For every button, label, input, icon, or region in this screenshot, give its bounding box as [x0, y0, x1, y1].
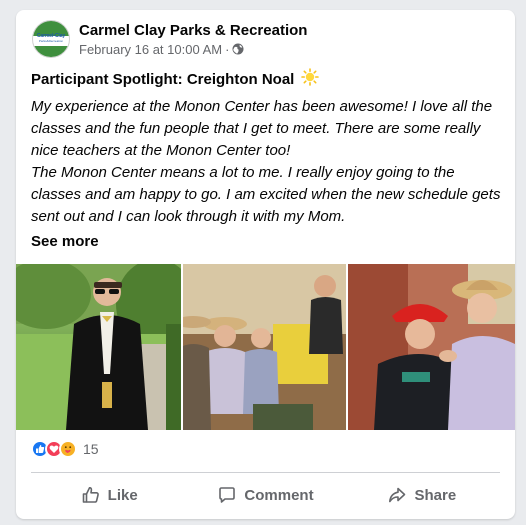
photo-outdoor-portrait-art — [16, 264, 181, 430]
page-name-link[interactable]: Carmel Clay Parks & Recreation — [79, 21, 307, 40]
share-button[interactable]: Share — [344, 478, 500, 512]
comment-button[interactable]: Comment — [187, 478, 343, 512]
avatar[interactable]: Carmel•Clay Parks&Recreation — [32, 20, 70, 58]
post-meta: Carmel Clay Parks & Recreation February … — [79, 21, 307, 58]
post-time-row: February 16 at 10:00 AM · — [79, 41, 307, 58]
see-more-link[interactable]: See more — [31, 232, 99, 252]
reaction-count: 15 — [83, 441, 99, 457]
post-timestamp[interactable]: February 16 at 10:00 AM — [79, 41, 222, 58]
photo-grid — [16, 264, 515, 430]
post-card: Carmel•Clay Parks&Recreation Carmel Clay… — [16, 10, 515, 519]
post-header: Carmel•Clay Parks&Recreation Carmel Clay… — [32, 20, 307, 58]
photo-group-class[interactable] — [183, 264, 346, 430]
reactions-summary[interactable]: 15 — [31, 440, 99, 458]
comment-icon — [219, 487, 236, 503]
like-button-label: Like — [107, 486, 138, 504]
post-paragraph: My experience at the Monon Center has be… — [31, 98, 493, 159]
post-actions: Like Comment Share — [31, 478, 500, 512]
post-title: Participant Spotlight: Creighton Noal — [31, 68, 319, 90]
care-reaction-icon — [59, 440, 77, 458]
photo-hats-activity-art — [348, 264, 515, 430]
share-button-label: Share — [414, 486, 457, 504]
thumbs-up-icon — [82, 486, 99, 503]
comment-button-label: Comment — [244, 486, 314, 504]
meta-separator: · — [225, 41, 230, 57]
photo-hats-activity[interactable] — [348, 264, 515, 430]
share-icon — [389, 487, 406, 503]
photo-outdoor-portrait[interactable] — [16, 264, 181, 430]
avatar-logo-sub: Parks&Recreation — [38, 39, 64, 43]
action-divider — [31, 472, 500, 473]
photo-group-class-art — [183, 264, 346, 430]
like-button[interactable]: Like — [31, 478, 187, 512]
post-paragraph: The Monon Center means a lot to me. I re… — [31, 164, 501, 225]
post-title-text: Participant Spotlight: Creighton Noal — [31, 71, 295, 88]
sun-emoji — [300, 68, 319, 86]
avatar-logo-arc-bottom — [33, 46, 69, 57]
globe-icon — [232, 43, 244, 55]
